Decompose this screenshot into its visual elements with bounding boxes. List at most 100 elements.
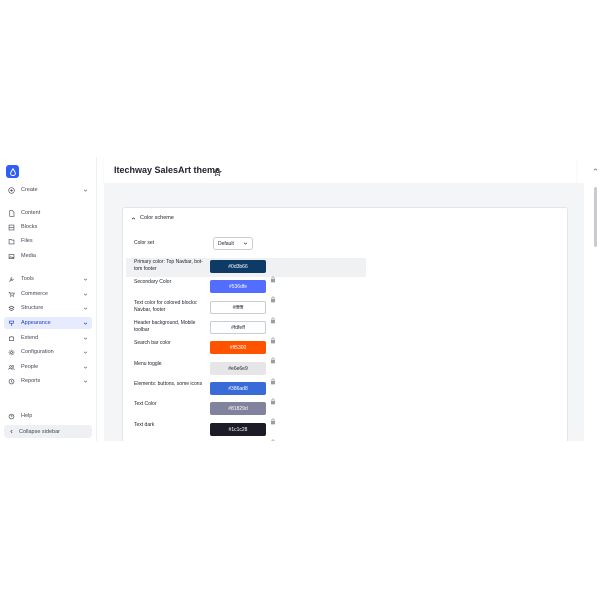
sidebar-item-structure[interactable]: Structure: [4, 302, 92, 314]
color-swatch-button[interactable]: #81829d: [210, 402, 266, 415]
chevron-down-icon: [81, 290, 89, 298]
lock-icon[interactable]: [270, 270, 276, 283]
collapse-sidebar-button[interactable]: Collapse sidebar: [4, 425, 92, 438]
color-swatch-button[interactable]: #ff5300: [210, 341, 266, 354]
document-icon: [7, 209, 16, 218]
color-row-label: Text color for colored blocks: Navbar, f…: [134, 300, 198, 313]
main-content: Color scheme Color set Default Primary c…: [104, 183, 584, 441]
page-header: Itechway SalesArt theme: [104, 157, 576, 184]
chevron-down-icon: [81, 377, 89, 385]
color-row-label: Menu toggle: [134, 361, 162, 367]
sidebar-item-commerce[interactable]: Commerce: [4, 288, 92, 300]
sidebar-item-label: Extend: [21, 335, 39, 341]
color-row: Secondary Color #536dfe: [126, 278, 366, 303]
lock-icon[interactable]: [270, 311, 276, 324]
files-icon: [7, 237, 16, 246]
color-set-select[interactable]: Default: [213, 237, 253, 250]
color-row: Elements: buttons, some icons #386ad8: [126, 380, 366, 405]
sidebar-item-extend[interactable]: Extend: [4, 332, 92, 344]
color-hex-value: #ffffff: [232, 304, 244, 311]
layers-icon: [7, 304, 16, 313]
color-hex-value: #1c1c28: [228, 426, 248, 433]
sidebar-item-tools[interactable]: Tools: [4, 273, 92, 285]
sidebar-item-content[interactable]: Content: [4, 207, 92, 219]
sidebar-item-label: Files: [21, 238, 33, 244]
chevron-down-icon: [81, 275, 89, 283]
sidebar-item-label: Tools: [21, 276, 34, 282]
chevron-down-icon: [81, 186, 89, 194]
color-set-row: Color set Default: [126, 237, 366, 253]
color-swatch-button[interactable]: #536dfe: [210, 280, 266, 293]
color-swatch-button[interactable]: #386ad8: [210, 382, 266, 395]
chevron-down-icon: [81, 348, 89, 356]
color-row: Primary color: Top Navbar, bot-tom foote…: [126, 258, 366, 283]
lock-icon[interactable]: [270, 331, 276, 344]
blocks-icon: [7, 223, 16, 232]
color-set-value: Default: [218, 240, 234, 247]
page-title: Itechway SalesArt theme: [114, 165, 221, 175]
sidebar-item-files[interactable]: Files: [4, 235, 92, 247]
sidebar-item-label: Reports: [21, 378, 41, 384]
logo[interactable]: [6, 165, 19, 178]
chevron-down-icon: [81, 334, 89, 342]
scrollbar-thumb[interactable]: [594, 187, 597, 247]
color-hex-value: #ff5300: [229, 344, 247, 351]
color-set-label: Color set: [134, 240, 155, 246]
color-swatch-button[interactable]: #1c1c28: [210, 423, 266, 436]
color-row-label: Primary color: Top Navbar, bot-tom foote…: [134, 259, 203, 272]
puzzle-icon: [7, 334, 16, 343]
color-hex-value: #0d3b66: [228, 263, 248, 270]
chevron-down-icon: [81, 304, 89, 312]
color-scheme-toggle[interactable]: Color scheme: [131, 215, 174, 221]
chevron-down-icon: [81, 363, 89, 371]
sidebar-item-create[interactable]: Create: [4, 184, 92, 196]
color-swatch-button[interactable]: #0d3b66: [210, 260, 266, 273]
cart-icon: [7, 290, 16, 299]
sidebar-item-people[interactable]: People: [4, 361, 92, 373]
color-row-label: Search bar color: [134, 340, 171, 346]
color-row-label: Text Color: [134, 401, 157, 407]
scroll-up-icon[interactable]: [593, 159, 599, 171]
sidebar-item-label: Blocks: [21, 224, 38, 230]
color-row: Text Color #81829d: [126, 400, 366, 425]
lock-icon[interactable]: [270, 290, 276, 303]
sidebar-item-reports[interactable]: Reports: [4, 375, 92, 387]
color-hex-value: #536dfe: [228, 283, 248, 290]
lock-icon[interactable]: [270, 433, 276, 441]
color-hex-value: #81829d: [228, 405, 248, 412]
color-swatch-button[interactable]: #fdfeff: [210, 321, 266, 334]
color-row-label: Secondary Color: [134, 279, 172, 285]
star-icon[interactable]: [213, 164, 223, 177]
sidebar-item-help[interactable]: Help: [4, 410, 92, 422]
sidebar-item-appearance[interactable]: Appearance: [4, 317, 92, 329]
sidebar-item-label: People: [21, 364, 39, 370]
drop-icon: [9, 167, 16, 176]
sidebar-item-label: Commerce: [21, 291, 48, 297]
sidebar-item-blocks[interactable]: Blocks: [4, 221, 92, 233]
color-hex-value: #fdfeff: [231, 324, 245, 331]
sidebar-item-label: Media: [21, 253, 36, 259]
gear-icon: [7, 348, 16, 357]
scrollbar[interactable]: [592, 157, 600, 441]
image-icon: [7, 252, 16, 261]
help-icon: [7, 412, 16, 421]
lock-icon[interactable]: [270, 372, 276, 385]
color-swatch-button[interactable]: #e6e6e9: [210, 362, 266, 375]
color-row-label: Elements: buttons, some icons: [134, 381, 203, 387]
sidebar-item-configuration[interactable]: Configuration: [4, 346, 92, 358]
chevron-down-icon: [81, 319, 89, 327]
app: Create Content Blocks Files Media Tools …: [0, 157, 600, 441]
color-swatch-button[interactable]: #ffffff: [210, 301, 266, 314]
people-icon: [7, 363, 16, 372]
lock-icon[interactable]: [270, 412, 276, 425]
color-row-label: Header background, Mobile toolbar: [134, 320, 196, 333]
scroll-down-icon[interactable]: [593, 433, 599, 439]
color-row: Menu toggle #e6e6e9: [126, 360, 366, 385]
chevron-down-icon: [243, 242, 248, 245]
sidebar-item-media[interactable]: Media: [4, 250, 92, 262]
lock-icon[interactable]: [270, 392, 276, 405]
paint-icon: [7, 319, 16, 328]
plus-circle-icon: [7, 186, 16, 195]
lock-icon[interactable]: [270, 351, 276, 364]
sidebar-item-label: Create: [21, 187, 38, 193]
